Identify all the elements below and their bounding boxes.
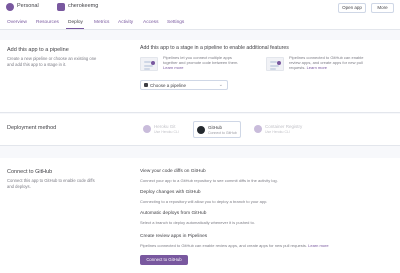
pipeline-description: Create a new pipeline or choose an exist…: [7, 56, 97, 67]
tab-access[interactable]: Access: [143, 20, 158, 25]
connect-github-description: Connect this app to GitHub to enable cod…: [7, 178, 95, 189]
top-bar: Personal ⌄ cherokeemg Open app More: [0, 0, 400, 15]
app-tabs: Overview Resources Deploy Metrics Activi…: [0, 15, 400, 30]
tab-overview[interactable]: Overview: [7, 20, 27, 25]
github-feature-title: Create review apps in Pipelines: [140, 234, 208, 239]
github-feature-desc: Pipelines connected to GitHub can enable…: [140, 243, 307, 248]
active-tab-indicator: [66, 28, 84, 29]
tab-resources[interactable]: Resources: [36, 20, 59, 25]
connect-github-title: Connect to GitHub: [7, 169, 53, 175]
github-feature-desc: Connect your app to a GitHub repository …: [140, 178, 278, 183]
github-feature-title: Deploy changes with GitHub: [140, 190, 201, 195]
deploy-option-name: GitHub: [208, 125, 223, 130]
review-apps-illustration-icon: [266, 57, 284, 71]
pipeline-heading: Add this app to a stage in a pipeline to…: [140, 45, 289, 51]
deployment-method-title: Deployment method: [7, 125, 57, 131]
open-app-button[interactable]: Open app: [338, 3, 366, 13]
pipeline-section: Add this app to a pipeline Create a new …: [0, 40, 400, 113]
connect-to-github-button[interactable]: Connect to GitHub: [140, 255, 188, 265]
learn-more-link[interactable]: Learn more: [163, 65, 183, 70]
tab-metrics[interactable]: Metrics: [94, 20, 109, 25]
app-name[interactable]: cherokeemg: [68, 3, 98, 9]
pipeline-icon: [144, 83, 148, 87]
deploy-option-sub: Use Heroku CLI: [154, 130, 179, 134]
deploy-option-container-registry[interactable]: Container Registry Use Heroku CLI: [251, 121, 313, 138]
pipeline-illustration-icon: [140, 57, 158, 71]
github-feature-desc-row: Pipelines connected to GitHub can enable…: [140, 243, 329, 248]
github-feature-desc: Connecting to a repository will allow yo…: [140, 199, 268, 204]
pipeline-feature-review-apps: Pipelines connected to GitHub can enable…: [289, 55, 372, 70]
github-feature-title: View your code diffs on GitHub: [140, 169, 206, 174]
app-icon: [57, 3, 65, 11]
connect-github-section: Connect to GitHub Connect this app to Gi…: [0, 158, 400, 273]
learn-more-link[interactable]: Learn more: [308, 243, 328, 248]
pipeline-feature-promote-text: Pipelines let you connect multiple apps …: [163, 55, 239, 65]
tab-activity[interactable]: Activity: [118, 20, 133, 25]
deploy-option-heroku-git[interactable]: Heroku Git Use Heroku CLI: [140, 121, 188, 138]
github-feature-title: Automatic deploys from GitHub: [140, 211, 207, 216]
user-avatar[interactable]: [6, 3, 14, 11]
deploy-option-sub: Connect to GitHub: [208, 131, 237, 135]
deploy-option-github[interactable]: GitHub Connect to GitHub: [193, 121, 241, 138]
pipeline-title: Add this app to a pipeline: [7, 47, 69, 53]
deploy-option-sub: Use Heroku CLI: [265, 130, 290, 134]
learn-more-link[interactable]: Learn more: [307, 65, 327, 70]
choose-pipeline-label: Choose a pipeline: [150, 83, 187, 88]
chevron-down-icon[interactable]: ⌄: [35, 3, 39, 9]
tab-deploy[interactable]: Deploy: [68, 20, 83, 25]
github-feature-desc: Select a branch to deploy automatically …: [140, 220, 255, 225]
deploy-option-name: Container Registry: [265, 124, 303, 129]
deploy-option-name: Heroku Git: [154, 124, 176, 129]
tab-settings[interactable]: Settings: [167, 20, 184, 25]
deployment-method-section: Deployment method Heroku Git Use Heroku …: [0, 114, 400, 146]
heroku-icon: [143, 125, 151, 133]
container-registry-icon: [254, 125, 262, 133]
choose-pipeline-select[interactable]: Choose a pipeline ⌄: [140, 80, 228, 90]
chevron-down-icon: ⌄: [218, 82, 223, 88]
github-icon: [197, 126, 205, 134]
more-button[interactable]: More: [371, 3, 394, 13]
pipeline-feature-promote: Pipelines let you connect multiple apps …: [163, 55, 246, 70]
